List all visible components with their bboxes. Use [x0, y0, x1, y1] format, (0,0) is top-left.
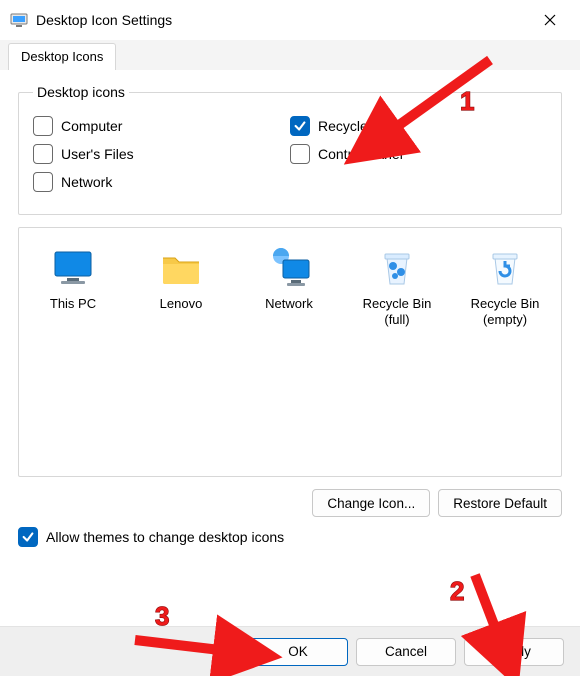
network-icon	[265, 244, 313, 292]
checkbox-box	[33, 172, 53, 192]
icon-label: This PC	[23, 296, 123, 312]
tab-desktop-icons[interactable]: Desktop Icons	[8, 43, 116, 70]
cancel-button[interactable]: Cancel	[356, 638, 456, 666]
ok-button[interactable]: OK	[248, 638, 348, 666]
restore-default-button[interactable]: Restore Default	[438, 489, 562, 517]
icon-item[interactable]: This PC	[19, 238, 127, 335]
button-label: Apply	[497, 644, 531, 659]
button-label: OK	[288, 644, 308, 659]
close-icon	[544, 14, 556, 26]
checkbox-box	[290, 144, 310, 164]
checkbox-label: Allow themes to change desktop icons	[46, 529, 284, 545]
monitor-icon	[49, 244, 97, 292]
checkbox-label: Control Panel	[318, 146, 403, 162]
allow-themes-checkbox[interactable]: Allow themes to change desktop icons	[18, 527, 562, 547]
icon-item[interactable]: Recycle Bin (empty)	[451, 238, 559, 335]
panel: Desktop icons Computer User's Files Networ…	[0, 70, 580, 547]
change-icon-button[interactable]: Change Icon...	[312, 489, 430, 517]
checkbox-box	[290, 116, 310, 136]
checkbox-label: Computer	[61, 118, 122, 134]
titlebar: Desktop Icon Settings	[0, 0, 580, 40]
apply-button[interactable]: Apply	[464, 638, 564, 666]
bin-full-icon	[373, 244, 421, 292]
checkbox-user-s-files[interactable]: User's Files	[33, 144, 290, 164]
checkbox-network[interactable]: Network	[33, 172, 290, 192]
app-icon	[10, 11, 28, 29]
icon-preview-grid: This PC Lenovo Network Recycle Bin (full)Re…	[18, 227, 562, 477]
checkbox-computer[interactable]: Computer	[33, 116, 290, 136]
checkbox-control-panel[interactable]: Control Panel	[290, 144, 547, 164]
bin-empty-icon	[481, 244, 529, 292]
group-legend: Desktop icons	[33, 84, 129, 100]
icon-label: Recycle Bin (full)	[347, 296, 447, 329]
close-button[interactable]	[530, 0, 570, 40]
tab-label: Desktop Icons	[21, 49, 103, 64]
checkbox-box	[18, 527, 38, 547]
desktop-icons-group: Desktop icons Computer User's Files Networ…	[18, 84, 562, 215]
button-label: Cancel	[385, 644, 427, 659]
button-label: Change Icon...	[327, 496, 415, 511]
checkbox-box	[33, 144, 53, 164]
svg-text:2: 2	[450, 576, 464, 606]
icon-item[interactable]: Recycle Bin (full)	[343, 238, 451, 335]
folder-icon	[157, 244, 205, 292]
checkbox-recycle-bin[interactable]: Recycle Bin	[290, 116, 547, 136]
icon-item[interactable]: Lenovo	[127, 238, 235, 335]
icon-action-row: Change Icon... Restore Default	[18, 489, 562, 517]
checkbox-label: Recycle Bin	[318, 118, 392, 134]
icon-item[interactable]: Network	[235, 238, 343, 335]
icon-label: Network	[239, 296, 339, 312]
tab-bar: Desktop Icons	[0, 40, 580, 70]
checkbox-label: Network	[61, 174, 112, 190]
window-title: Desktop Icon Settings	[36, 12, 530, 28]
icon-label: Recycle Bin (empty)	[455, 296, 555, 329]
checkbox-label: User's Files	[61, 146, 134, 162]
icon-label: Lenovo	[131, 296, 231, 312]
dialog-button-bar: OK Cancel Apply	[0, 626, 580, 676]
button-label: Restore Default	[453, 496, 547, 511]
checkbox-box	[33, 116, 53, 136]
